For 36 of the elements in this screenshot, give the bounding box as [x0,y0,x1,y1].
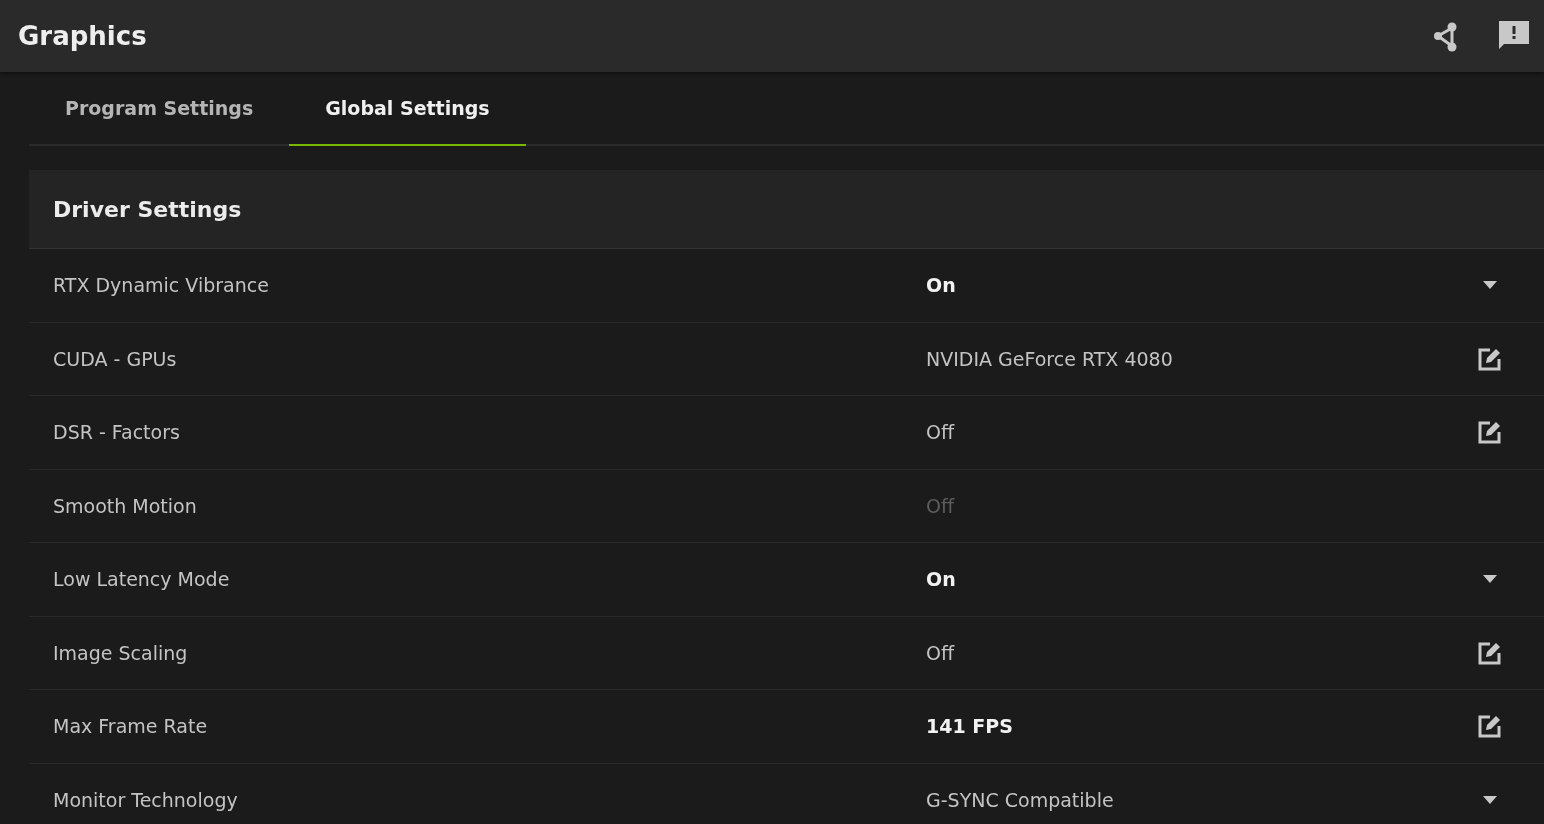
setting-value[interactable]: Off [926,641,1455,664]
setting-label: Smooth Motion [53,494,198,517]
setting-label: Low Latency Mode [53,568,231,591]
edit-button[interactable] [1478,640,1502,665]
setting-label: CUDA - GPUs [53,347,178,370]
edit-button[interactable] [1478,346,1502,371]
dropdown-button[interactable] [1483,575,1497,584]
window-title: Graphics [18,21,148,51]
edit-icon [1478,346,1502,371]
setting-value[interactable]: Off [926,421,1455,444]
dropdown-button[interactable] [1483,795,1497,804]
feedback-icon [1498,20,1530,52]
setting-label: RTX Dynamic Vibrance [53,274,270,297]
edit-button[interactable] [1478,420,1502,445]
edit-icon [1478,714,1502,739]
section-title: Driver Settings [53,196,242,222]
setting-label: DSR - Factors [53,421,181,444]
caret-icon [1483,795,1497,804]
tab[interactable]: Global Settings [289,72,526,146]
setting-value: Off [926,494,956,517]
setting-value[interactable]: On [926,568,1455,591]
setting-label: Max Frame Rate [53,715,209,738]
setting-label: Image Scaling [53,641,189,664]
caret-icon [1483,281,1497,290]
setting-value[interactable]: NVIDIA GeForce RTX 4080 [926,347,1455,370]
feedback-button[interactable] [1498,20,1530,52]
dropdown-button[interactable] [1483,281,1497,290]
caret-icon [1483,575,1497,584]
tab[interactable]: Program Settings [29,72,290,146]
setting-value[interactable]: On [926,274,1455,297]
edit-button[interactable] [1478,714,1502,739]
edit-icon [1478,420,1502,445]
setting-label: Monitor Technology [53,788,239,811]
edit-icon [1478,640,1502,665]
setting-value[interactable]: G-SYNC Compatible [926,788,1455,811]
setting-value[interactable]: 141 FPS [926,715,1455,738]
